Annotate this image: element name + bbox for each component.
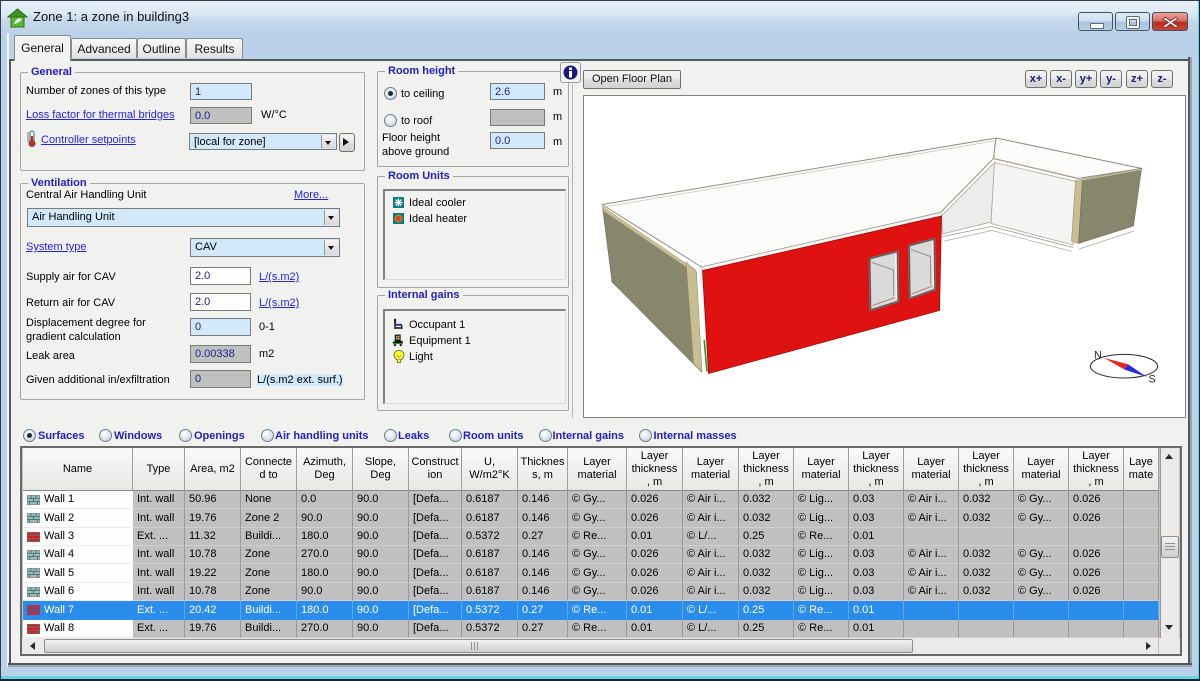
svg-text:S: S — [1149, 374, 1156, 386]
svg-text:N: N — [1094, 350, 1102, 362]
